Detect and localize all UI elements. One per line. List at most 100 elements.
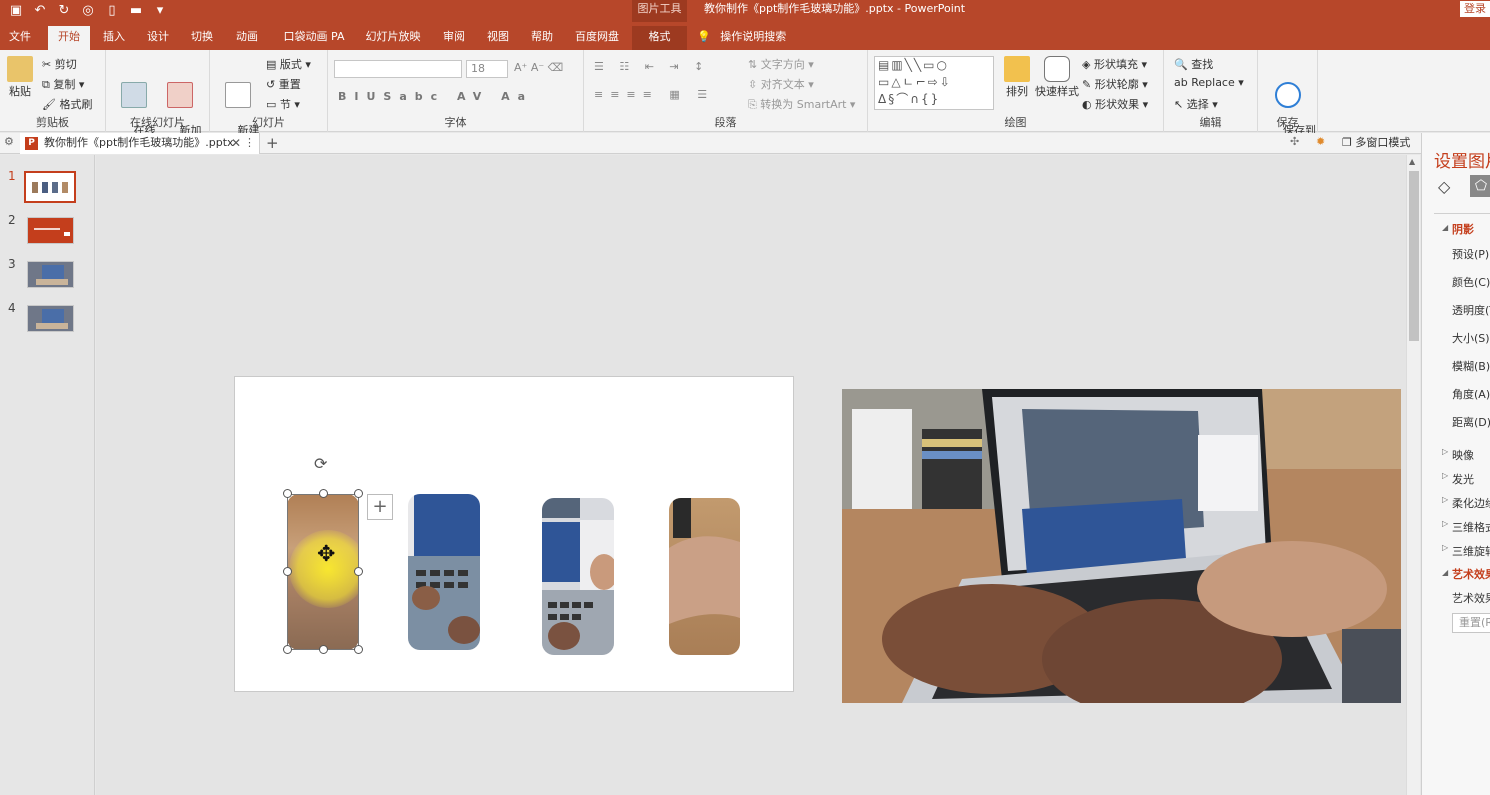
pin-icon[interactable]: ✣ <box>1290 135 1299 148</box>
slide-thumbnail-3[interactable] <box>27 261 74 288</box>
multi-window-button[interactable]: ❐ 多窗口模式 <box>1342 133 1410 153</box>
font-format-buttons[interactable]: BIUSabc AV Aa <box>338 90 533 103</box>
tab-design[interactable]: 设计 <box>140 26 176 50</box>
reflection-section[interactable]: 映像 <box>1452 447 1474 463</box>
list-indent-buttons[interactable]: ☰ ☷ ⇤ ⇥ ↕ <box>594 60 709 73</box>
font-name-combo[interactable] <box>334 60 462 78</box>
gear-icon[interactable]: ✹ <box>1316 135 1325 148</box>
resize-handle[interactable] <box>354 489 363 498</box>
start-from-beginning-icon[interactable]: ◎ <box>78 2 98 20</box>
login-button[interactable]: 登录 <box>1460 1 1490 17</box>
convert-smartart-button[interactable]: ⎘ 转换为 SmartArt ▾ <box>748 96 855 112</box>
tab-baidu-netdisk[interactable]: 百度网盘 <box>570 26 624 50</box>
tab-insert[interactable]: 插入 <box>96 26 132 50</box>
tab-transitions[interactable]: 切换 <box>184 26 220 50</box>
editing-group: 🔍 查找 ab Replace ▾ ↖ 选择 ▾ 编辑 <box>1164 50 1258 132</box>
open-folder-icon[interactable]: ▬ <box>126 2 146 20</box>
vertical-scrollbar[interactable]: ▲ <box>1406 155 1420 795</box>
tab-review[interactable]: 审阅 <box>436 26 472 50</box>
close-icon[interactable]: ✕ <box>231 133 241 153</box>
resize-handle[interactable] <box>283 489 292 498</box>
tab-animations[interactable]: 动画 <box>229 26 265 50</box>
alignment-buttons[interactable]: ≡≡≡≡ ▦ ☰ <box>594 88 714 101</box>
undo-icon[interactable]: ↶ <box>30 2 50 20</box>
transparency-option[interactable]: 透明度(T) <box>1452 302 1490 318</box>
tab-help[interactable]: 帮助 <box>524 26 560 50</box>
cut-button[interactable]: ✂ 剪切 <box>42 56 77 72</box>
slide-thumbnail-4[interactable] <box>27 305 74 332</box>
quick-styles-button[interactable]: 快速样式 <box>1034 56 1080 98</box>
slide-thumbnail-1[interactable] <box>24 171 76 203</box>
tab-pocket-animation[interactable]: 口袋动画 PA <box>278 26 350 50</box>
replace-button[interactable]: ab Replace ▾ <box>1174 76 1244 89</box>
text-direction-button[interactable]: ⇅ 文字方向 ▾ <box>748 56 814 72</box>
resize-handle[interactable] <box>319 645 328 654</box>
paste-button[interactable]: 粘贴 <box>4 56 36 98</box>
customize-qat-icon[interactable]: ▾ <box>150 2 170 20</box>
fill-line-icon[interactable]: ◇ <box>1438 177 1450 196</box>
slide-thumbnail-2[interactable] <box>27 217 74 244</box>
align-text-button[interactable]: ⇳ 对齐文本 ▾ <box>748 76 814 92</box>
tab-settings-icon[interactable]: ⚙ <box>4 135 14 148</box>
distance-option[interactable]: 距离(D) <box>1452 414 1490 430</box>
shape-effects-button[interactable]: ◐ 形状效果 ▾ <box>1082 96 1148 112</box>
soft-edges-section[interactable]: 柔化边缘 <box>1452 495 1490 511</box>
resize-handle[interactable] <box>283 567 292 576</box>
shadow-section[interactable]: 阴影 <box>1452 221 1474 237</box>
new-slide-icon <box>225 82 251 108</box>
add-tab-icon[interactable]: + <box>266 133 279 153</box>
tab-view[interactable]: 视图 <box>480 26 516 50</box>
artistic-effects-option[interactable]: 艺术效果 <box>1452 590 1490 606</box>
color-option[interactable]: 颜色(C) <box>1452 274 1490 290</box>
shapes-gallery[interactable]: ▤▥╲╲▭○ ▭△ㄴ⌐⇨⇩ ᐃ§⌒∩{} <box>874 56 994 110</box>
select-button[interactable]: ↖ 选择 ▾ <box>1174 96 1218 112</box>
font-size-combo[interactable]: 18 <box>466 60 508 78</box>
reset-slide-button[interactable]: ↺ 重置 <box>266 76 301 92</box>
size-option[interactable]: 大小(S) <box>1452 330 1490 346</box>
tab-slideshow[interactable]: 幻灯片放映 <box>362 26 424 50</box>
3d-format-section[interactable]: 三维格式 <box>1452 519 1490 535</box>
effects-icon[interactable]: ⬠ <box>1470 175 1490 197</box>
new-file-icon[interactable]: ▯ <box>102 2 122 20</box>
scrollbar-thumb[interactable] <box>1409 171 1419 341</box>
copy-button[interactable]: ⧉ 复制 ▾ <box>42 76 84 92</box>
tab-home[interactable]: 开始 <box>48 26 90 50</box>
section-button[interactable]: ▭ 节 ▾ <box>266 96 300 112</box>
artistic-effects-section[interactable]: 艺术效果 <box>1452 566 1490 582</box>
reset-button[interactable]: 重置(R) <box>1452 613 1490 633</box>
tell-me-search[interactable]: 💡 操作说明搜索 <box>697 26 786 50</box>
resize-handle[interactable] <box>283 645 292 654</box>
font-grow-shrink[interactable]: A⁺ A⁻ ⌫ <box>514 61 563 74</box>
scroll-up-icon[interactable]: ▲ <box>1409 157 1415 166</box>
laptop-photo[interactable] <box>842 389 1401 703</box>
find-button[interactable]: 🔍 查找 <box>1174 56 1213 72</box>
image-strip-3[interactable] <box>542 498 614 655</box>
blur-option[interactable]: 模糊(B) <box>1452 358 1490 374</box>
preset-option[interactable]: 预设(P) <box>1452 246 1489 262</box>
tab-menu-icon[interactable]: ⋮ <box>244 133 255 153</box>
layout-button[interactable]: ▤ 版式 ▾ <box>266 56 311 72</box>
image-strip-4[interactable] <box>669 498 740 655</box>
tab-format[interactable]: 格式 <box>632 26 687 50</box>
redo-icon[interactable]: ↻ <box>54 2 74 20</box>
shape-outline-button[interactable]: ✎ 形状轮廓 ▾ <box>1082 76 1148 92</box>
resize-handle[interactable] <box>354 567 363 576</box>
document-tab[interactable]: P 教你制作《ppt制作毛玻璃功能》.pptx ✕ ⋮ <box>20 133 260 154</box>
baidu-cloud-icon <box>1275 82 1301 108</box>
format-painter-button[interactable]: 🖌 格式刷 <box>42 96 92 112</box>
tab-file[interactable]: 文件 <box>0 26 40 50</box>
image-strip-2[interactable] <box>408 494 480 650</box>
angle-option[interactable]: 角度(A) <box>1452 386 1490 402</box>
slide-number: 3 <box>8 257 16 271</box>
save-group-label: 保存 <box>1276 116 1299 129</box>
3d-rotation-section[interactable]: 三维旋转 <box>1452 543 1490 559</box>
save-icon[interactable]: ▣ <box>6 2 26 20</box>
shape-fill-button[interactable]: ◈ 形状填充 ▾ <box>1082 56 1147 72</box>
glow-section[interactable]: 发光 <box>1452 471 1474 487</box>
arrange-button[interactable]: 排列 <box>1002 56 1032 98</box>
layout-options-button[interactable]: + <box>367 494 393 520</box>
resize-handle[interactable] <box>354 645 363 654</box>
resize-handle[interactable] <box>319 489 328 498</box>
strip-3-image <box>542 498 614 655</box>
rotate-handle-icon[interactable]: ⟳ <box>314 454 327 473</box>
